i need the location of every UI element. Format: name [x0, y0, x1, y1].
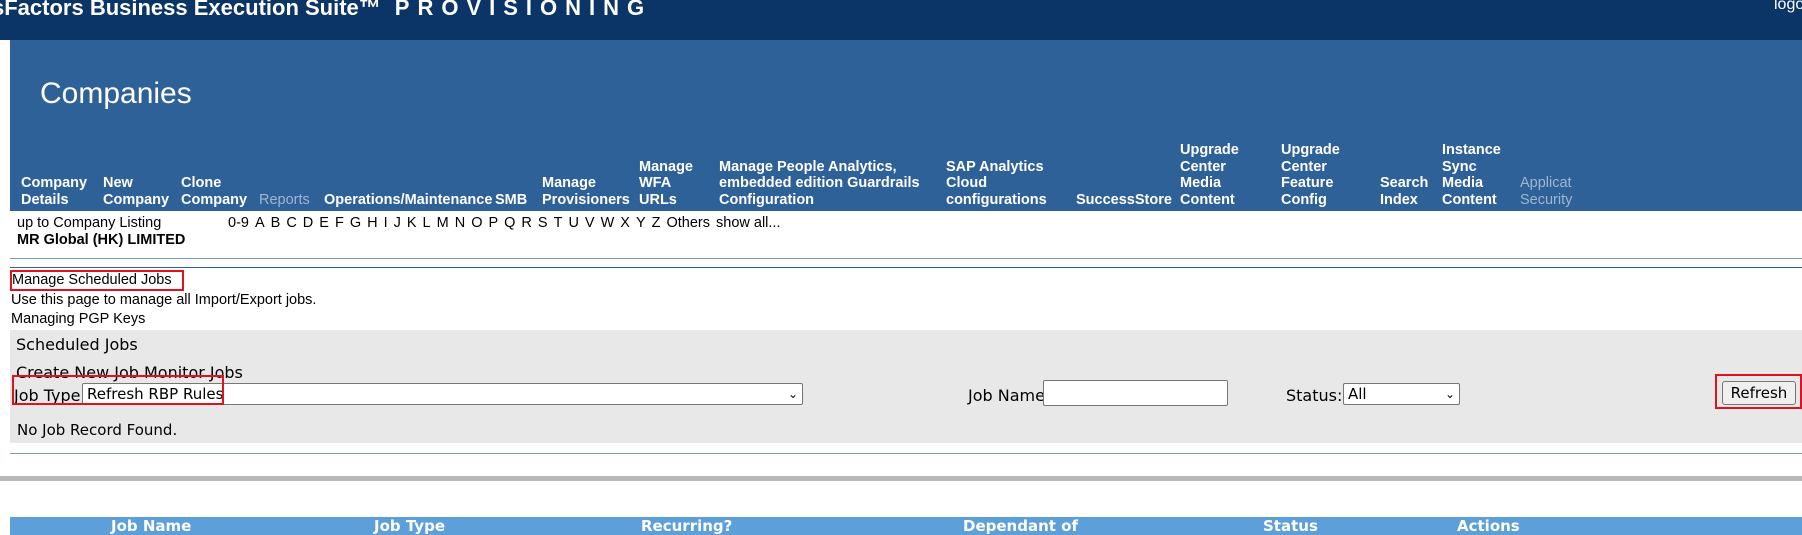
- page-description: Use this page to manage all Import/Expor…: [11, 292, 317, 308]
- footer-bar: [0, 476, 1802, 481]
- chevron-down-icon: ⌄: [1444, 387, 1455, 401]
- nav-upgrade-center-feature[interactable]: Upgrade Center Feature Config: [1281, 142, 1340, 208]
- alpha-w[interactable]: W: [601, 215, 615, 231]
- alpha-t[interactable]: T: [554, 215, 563, 231]
- col-recurring: Recurring?: [641, 517, 733, 535]
- provisioning-nav: Company Details New Company Clone Company R…: [0, 140, 1802, 208]
- nav-new-company[interactable]: New Company: [103, 175, 169, 208]
- alphabet-filter: 0-9 A B C D E F G H I J K L M N O P Q R S T U V W X Y Z Others show …: [228, 215, 786, 231]
- col-status: Status: [1263, 517, 1318, 535]
- nav-reports[interactable]: Reports: [259, 192, 310, 209]
- alpha-j[interactable]: J: [394, 215, 401, 231]
- alpha-e[interactable]: E: [319, 215, 329, 231]
- alpha-r[interactable]: R: [521, 215, 531, 231]
- nav-smb[interactable]: SMB: [495, 192, 527, 209]
- highlight-box: [1715, 374, 1802, 409]
- managing-pgp-keys-link[interactable]: Managing PGP Keys: [11, 311, 145, 327]
- alpha-k[interactable]: K: [407, 215, 417, 231]
- nav-manage-wfa-urls[interactable]: Manage WFA URLs: [639, 159, 693, 209]
- tab-scheduled-jobs[interactable]: Scheduled Jobs: [16, 335, 138, 354]
- alpha-m[interactable]: M: [437, 215, 449, 231]
- nav-search-index[interactable]: Search Index: [1380, 175, 1428, 208]
- alpha-c[interactable]: C: [286, 215, 296, 231]
- col-actions: Actions: [1457, 517, 1520, 535]
- divider: [10, 258, 1802, 259]
- divider: [10, 453, 1802, 454]
- jobs-panel: Scheduled Jobs Create New Job Monitor Jo…: [10, 330, 1802, 535]
- col-dependant-of: Dependant of: [963, 517, 1078, 535]
- nav-people-analytics-guardrails[interactable]: Manage People Analytics, embedded edition…: [719, 159, 920, 209]
- nav-clone-company[interactable]: Clone Company: [181, 175, 247, 208]
- alpha-0-9[interactable]: 0-9: [228, 215, 249, 231]
- nav-instance-sync-media[interactable]: Instance Sync Media Content: [1442, 142, 1501, 208]
- nav-application-security[interactable]: Applicat Security: [1520, 175, 1572, 208]
- logout-link[interactable]: logo: [1774, 0, 1802, 14]
- nav-successstore[interactable]: SuccessStore: [1076, 192, 1172, 209]
- alpha-b[interactable]: B: [271, 215, 281, 231]
- highlight-box: [10, 270, 184, 291]
- alpha-x[interactable]: X: [620, 215, 630, 231]
- alpha-n[interactable]: N: [455, 215, 465, 231]
- suite-subtitle: PROVISIONING: [394, 0, 653, 20]
- nav-sap-analytics-cloud[interactable]: SAP Analytics Cloud configurations: [946, 159, 1047, 209]
- alpha-h[interactable]: H: [367, 215, 377, 231]
- alpha-u[interactable]: U: [568, 215, 578, 231]
- status-select[interactable]: All ⌄: [1343, 383, 1460, 405]
- up-to-company-listing-link[interactable]: up to Company Listing: [17, 215, 161, 231]
- alpha-a[interactable]: A: [255, 215, 265, 231]
- nav-operations-maintenance[interactable]: Operations/Maintenance: [324, 192, 492, 209]
- job-name-input[interactable]: [1043, 380, 1228, 406]
- alpha-others[interactable]: Others: [666, 215, 710, 231]
- alpha-o[interactable]: O: [471, 215, 482, 231]
- nav-company-details[interactable]: Company Details: [21, 175, 87, 208]
- divider: [10, 267, 1802, 268]
- highlight-box: [12, 375, 224, 405]
- page-title: Companies: [40, 77, 192, 110]
- status-label: Status:: [1286, 386, 1343, 405]
- alpha-p[interactable]: P: [488, 215, 498, 231]
- alpha-d[interactable]: D: [303, 215, 313, 231]
- alpha-z[interactable]: Z: [652, 215, 661, 231]
- suite-name: sFactors Business Execution Suite™: [0, 0, 381, 20]
- alpha-g[interactable]: G: [350, 215, 361, 231]
- alpha-s[interactable]: S: [538, 215, 548, 231]
- alpha-i[interactable]: I: [384, 215, 388, 231]
- company-name: MR Global (HK) LIMITED: [17, 232, 186, 248]
- jobs-table-header: Job Name Job Type Recurring? Dependant o…: [10, 517, 1802, 535]
- col-job-name: Job Name: [111, 517, 192, 535]
- suite-title: sFactors Business Execution Suite™ PROVIS…: [0, 0, 652, 21]
- col-job-type: Job Type: [374, 517, 445, 535]
- alpha-f[interactable]: F: [335, 215, 344, 231]
- nav-upgrade-center-media[interactable]: Upgrade Center Media Content: [1180, 142, 1239, 208]
- status-value: All: [1348, 385, 1367, 403]
- content-area: up to Company Listing MR Global (HK) LIM…: [10, 211, 1802, 535]
- job-name-label: Job Name:: [968, 386, 1051, 405]
- alpha-v[interactable]: V: [585, 215, 595, 231]
- nav-manage-provisioners[interactable]: Manage Provisioners: [542, 175, 630, 208]
- chevron-down-icon: ⌄: [787, 387, 798, 401]
- alpha-y[interactable]: Y: [636, 215, 646, 231]
- alpha-show-all[interactable]: show all...: [716, 215, 780, 231]
- alpha-q[interactable]: Q: [504, 215, 515, 231]
- alpha-l[interactable]: L: [423, 215, 431, 231]
- empty-table-message: No Job Record Found.: [17, 421, 178, 439]
- top-banner: sFactors Business Execution Suite™ PROVIS…: [0, 0, 1802, 40]
